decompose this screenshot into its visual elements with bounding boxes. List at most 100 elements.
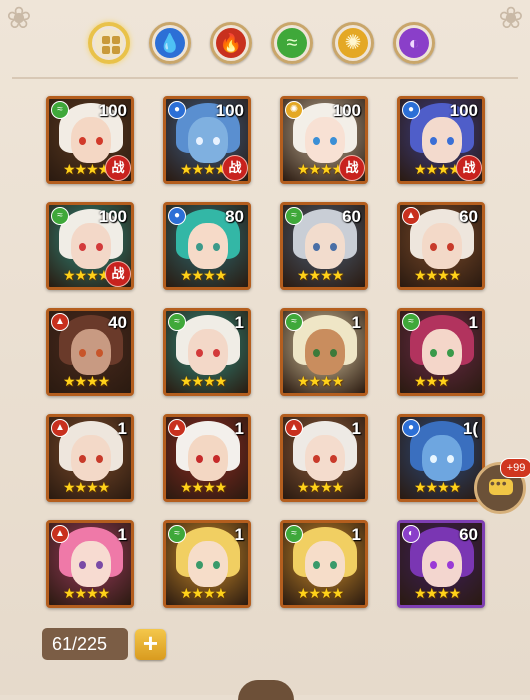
hero-card[interactable]: ● 100 ★★★★ 战 [397, 96, 485, 184]
hero-card[interactable]: ≈1 ★★★★ [163, 520, 251, 608]
hero-face [305, 435, 345, 481]
hero-stars: ★★★★ [297, 585, 344, 601]
hero-level: 100 [449, 101, 478, 120]
hero-count: 61/225 [42, 628, 128, 660]
hero-card[interactable]: ≈100 ★★★★ 战 [46, 202, 134, 290]
hero-level: 1 [234, 419, 244, 438]
hero-stars: ★★★★ [180, 479, 227, 495]
hero-eye [196, 561, 203, 569]
hero-card[interactable]: ▲ 1 ★★★★ [46, 414, 134, 502]
hero-level: 1 [117, 525, 127, 544]
hero-level: 40 [108, 313, 127, 332]
hero-eye [79, 349, 86, 357]
hero-card[interactable]: ▲ 40 ★★★★ [46, 308, 134, 396]
hero-eye [79, 455, 86, 463]
in-battle-badge: 战 [105, 261, 131, 287]
hero-stars: ★★★★ [180, 267, 227, 283]
hero-stars: ★★★★ [180, 161, 227, 177]
filter-light-button[interactable]: ✺ [332, 22, 374, 64]
hero-card[interactable]: ◐ 60 ★★★★ [397, 520, 485, 608]
hero-eye [96, 137, 103, 145]
hero-face [71, 117, 111, 163]
hero-eye [79, 561, 86, 569]
wind-element-icon: ≈ [285, 313, 303, 331]
wind-element-icon: ≈ [168, 525, 186, 543]
hero-eye [96, 349, 103, 357]
fire-element-icon: ▲ [168, 419, 186, 437]
hero-eye [330, 561, 337, 569]
hero-card[interactable]: ≈1 ★★★★ [163, 308, 251, 396]
hero-eye [213, 561, 220, 569]
hero-card[interactable]: ≈60 ★★★★ [280, 202, 368, 290]
filter-water-button[interactable]: 💧 [149, 22, 191, 64]
dark-element-icon: ◐ [402, 525, 420, 543]
hero-card[interactable]: ▲ 60 ★★★★ [397, 202, 485, 290]
hero-face [305, 223, 345, 269]
hero-level: 100 [332, 101, 361, 120]
hero-card[interactable]: ≈1 ★★★★ [280, 308, 368, 396]
expand-capacity-button[interactable]: + [135, 629, 166, 660]
hero-card[interactable]: ≈1 ★★★★ [280, 520, 368, 608]
wind-icon: ≈ [277, 28, 307, 58]
wind-element-icon: ≈ [51, 207, 69, 225]
hero-eye [447, 137, 454, 145]
hero-stars: ★★★ [414, 373, 450, 389]
hero-card[interactable]: ✺ 100 ★★★★ 战 [280, 96, 368, 184]
fire-element-icon: ▲ [51, 525, 69, 543]
hero-level: 1 [351, 313, 361, 332]
hero-level: 60 [459, 525, 478, 544]
hero-eye [330, 137, 337, 145]
filter-all-button[interactable] [88, 22, 130, 64]
fire-element-icon: ▲ [51, 313, 69, 331]
hero-eye [430, 349, 437, 357]
hero-card[interactable]: ● 80 ★★★★ [163, 202, 251, 290]
in-battle-badge: 战 [339, 155, 365, 181]
hero-eye [330, 455, 337, 463]
hero-face [188, 541, 228, 587]
hero-card[interactable]: ● 1(★★★★ [397, 414, 485, 502]
grid-icon [95, 29, 123, 57]
hero-face [422, 541, 462, 587]
hero-face [71, 329, 111, 375]
filter-dark-button[interactable]: ◐ [393, 22, 435, 64]
hero-stars: ★★★★ [297, 161, 344, 177]
hero-eye [313, 561, 320, 569]
hero-face [422, 435, 462, 481]
fire-element-icon: ▲ [285, 419, 303, 437]
hero-eye [96, 455, 103, 463]
hero-eye [196, 349, 203, 357]
hero-face [305, 541, 345, 587]
filter-wind-button[interactable]: ≈ [271, 22, 313, 64]
light-element-icon: ✺ [285, 101, 303, 119]
hero-eye [430, 561, 437, 569]
hero-face [422, 223, 462, 269]
hero-face [188, 329, 228, 375]
hero-eye [447, 243, 454, 251]
hero-level: 1 [351, 525, 361, 544]
hero-stars: ★★★★ [414, 161, 461, 177]
hero-face [305, 329, 345, 375]
wind-element-icon: ≈ [402, 313, 420, 331]
hero-stars: ★★★★ [297, 267, 344, 283]
hero-card[interactable]: ≈100 ★★★★ 战 [46, 96, 134, 184]
hero-card[interactable]: ● 100 ★★★★ 战 [163, 96, 251, 184]
hero-stars: ★★★★ [414, 585, 461, 601]
hero-stars: ★★★★ [180, 585, 227, 601]
hero-eye [447, 561, 454, 569]
hero-eye [79, 137, 86, 145]
element-filter-bar: 💧 🔥 ≈ ✺ ◐ [88, 22, 448, 66]
hero-card[interactable]: ▲ 1 ★★★★ [46, 520, 134, 608]
hero-eye [330, 349, 337, 357]
hero-stars: ★★★★ [297, 479, 344, 495]
hero-card[interactable]: ▲ 1 ★★★★ [280, 414, 368, 502]
hero-stars: ★★★★ [63, 585, 110, 601]
hero-grid: ≈100 ★★★★ 战 ● 100 ★★★★ 战 ✺ 100 ★★★★ 战 ● 100 ★★★★ 战 ≈100… [46, 96, 496, 616]
wind-element-icon: ≈ [51, 101, 69, 119]
water-drop-icon: 💧 [155, 28, 185, 58]
hero-card[interactable]: ▲ 1 ★★★★ [163, 414, 251, 502]
hero-eye [447, 455, 454, 463]
hero-eye [213, 243, 220, 251]
hero-card[interactable]: ≈1 ★★★ [397, 308, 485, 396]
filter-fire-button[interactable]: 🔥 [210, 22, 252, 64]
hero-face [422, 117, 462, 163]
